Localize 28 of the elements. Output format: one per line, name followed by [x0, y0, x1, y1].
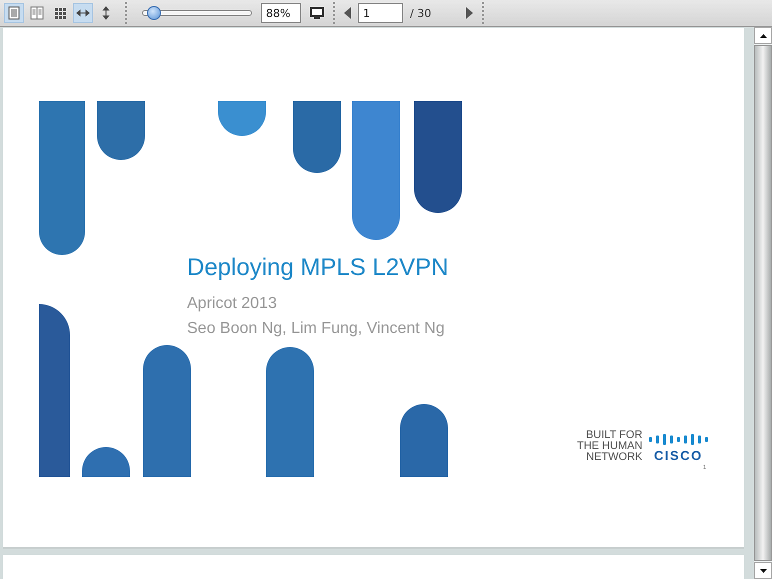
- single-page-icon: [6, 5, 22, 21]
- slide-authors: Seo Boon Ng, Lim Fung, Vincent Ng: [187, 320, 445, 338]
- slide-title: Deploying MPLS L2VPN: [187, 254, 448, 282]
- scroll-up-button[interactable]: [754, 27, 772, 44]
- scroll-down-button[interactable]: [754, 562, 772, 579]
- scrollbar[interactable]: [754, 27, 772, 579]
- presentation-button[interactable]: [310, 6, 324, 20]
- grid-icon: [52, 5, 68, 21]
- next-page-button[interactable]: [466, 7, 474, 19]
- logo-tagline: THE HUMAN: [577, 441, 642, 452]
- logo-tagline: BUILT FOR: [586, 430, 642, 441]
- logo-tagline: NETWORK: [586, 452, 642, 463]
- left-arrow-icon: [344, 7, 351, 19]
- slider-thumb[interactable]: [146, 6, 161, 20]
- down-arrow-icon: [760, 568, 766, 572]
- logo-wordmark: CISCO: [654, 449, 703, 462]
- previous-page-button[interactable]: [344, 7, 351, 19]
- two-page-icon: [29, 5, 45, 21]
- right-arrow-icon: [466, 7, 474, 19]
- up-arrow-icon: [760, 34, 766, 38]
- zoom-field[interactable]: 88%: [261, 3, 301, 23]
- logo-bars-icon: [648, 433, 708, 446]
- page-count: / 30: [410, 6, 432, 20]
- page-field[interactable]: 1: [358, 3, 403, 23]
- view-button[interactable]: [4, 3, 24, 23]
- view-button[interactable]: [73, 3, 93, 23]
- monitor-icon: [310, 6, 324, 20]
- slide-subtitle: Apricot 2013: [187, 295, 277, 313]
